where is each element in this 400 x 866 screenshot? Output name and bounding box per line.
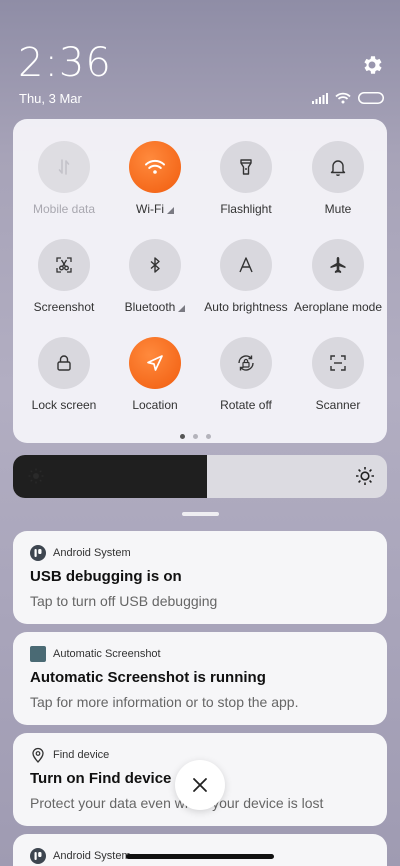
- notification-app-name: Android System: [53, 547, 131, 559]
- page-indicator: [180, 434, 211, 439]
- location-icon: [147, 355, 163, 371]
- tile-label: Rotate off: [220, 398, 272, 412]
- tile-auto-brightness[interactable]: Auto brightness: [198, 239, 294, 329]
- notification-app-name: Find device: [53, 749, 110, 761]
- tile-lock-screen[interactable]: Lock screen: [16, 337, 112, 427]
- brightness-slider[interactable]: [13, 455, 387, 498]
- status-area: 2:36 Thu, 3 Mar: [0, 0, 400, 112]
- tile-wifi[interactable]: Wi-Fi: [107, 141, 203, 231]
- tile-label: Wi-Fi: [136, 202, 164, 216]
- bluetooth-icon: [150, 257, 160, 273]
- date: Thu, 3 Mar: [19, 91, 82, 106]
- tile-mobile-data[interactable]: Mobile data: [16, 141, 112, 231]
- notification-automatic-screenshot[interactable]: Automatic Screenshot Automatic Screensho…: [13, 632, 387, 725]
- tile-scanner[interactable]: Scanner: [290, 337, 386, 427]
- notification-header: Android System: [30, 848, 131, 864]
- tile-aeroplane-mode[interactable]: Aeroplane mode: [290, 239, 386, 329]
- notification-text: Tap for more information or to stop the …: [30, 694, 299, 710]
- notification-text: Protect your data even when your device …: [30, 795, 324, 811]
- wifi-icon: [335, 92, 351, 104]
- screenshot-app-icon: [30, 646, 46, 662]
- auto-brightness-icon: [239, 257, 253, 273]
- notification-header: Automatic Screenshot: [30, 646, 161, 662]
- find-device-icon: [32, 747, 44, 763]
- scanner-icon: [330, 355, 346, 371]
- brightness-low-icon: [28, 468, 44, 484]
- tile-label-wrap: Bluetooth: [125, 300, 186, 314]
- tile-label: Screenshot: [33, 300, 95, 314]
- android-system-icon: [30, 848, 46, 864]
- android-system-icon: [30, 545, 46, 561]
- flashlight-icon: [240, 159, 252, 175]
- page-dot[interactable]: [206, 434, 211, 439]
- tile-bluetooth[interactable]: Bluetooth: [107, 239, 203, 329]
- lock-icon: [57, 355, 71, 371]
- notification-android-system[interactable]: Android System: [13, 834, 387, 866]
- tile-label: Location: [132, 398, 178, 412]
- page-dot[interactable]: [193, 434, 198, 439]
- notification-header: Find device: [30, 747, 109, 763]
- notification-title: Turn on Find device: [30, 770, 172, 787]
- tile-mute[interactable]: Mute: [290, 141, 386, 231]
- tile-label: Scanner: [315, 398, 361, 412]
- system-icons: [312, 91, 384, 105]
- scissors-icon: [56, 257, 72, 273]
- quick-settings-panel: Mobile data Wi-Fi Flashlight Mute Screen…: [13, 119, 387, 443]
- notification-app-name: Android System: [53, 850, 131, 862]
- gear-icon[interactable]: [360, 53, 384, 77]
- tile-flashlight[interactable]: Flashlight: [198, 141, 294, 231]
- tile-label: Lock screen: [31, 398, 97, 412]
- tile-label: Flashlight: [220, 202, 272, 216]
- tile-label: Mobile data: [32, 202, 96, 216]
- tile-rotate-off[interactable]: Rotate off: [198, 337, 294, 427]
- drag-handle[interactable]: [182, 512, 219, 516]
- signal-icon: [312, 92, 328, 104]
- notification-header: Android System: [30, 545, 131, 561]
- notification-title: Automatic Screenshot is running: [30, 669, 266, 686]
- notification-usb-debugging[interactable]: Android System USB debugging is on Tap t…: [13, 531, 387, 624]
- bell-icon: [330, 160, 346, 176]
- rotate-lock-icon: [238, 355, 254, 371]
- clear-all-button[interactable]: [175, 760, 225, 810]
- tile-label: Mute: [324, 202, 352, 216]
- tile-location[interactable]: Location: [107, 337, 203, 427]
- tile-label: Auto brightness: [204, 300, 288, 314]
- expand-triangle-icon: [178, 304, 186, 312]
- notification-app-name: Automatic Screenshot: [53, 648, 161, 660]
- battery-icon: [358, 92, 384, 104]
- expand-triangle-icon: [166, 206, 174, 214]
- tile-label: Aeroplane mode: [293, 300, 383, 314]
- notification-title: USB debugging is on: [30, 568, 182, 585]
- tile-screenshot[interactable]: Screenshot: [16, 239, 112, 329]
- tile-label-wrap: Wi-Fi: [136, 202, 174, 216]
- home-indicator[interactable]: [126, 854, 274, 859]
- wifi-icon: [145, 159, 165, 174]
- clock: 2:36: [18, 40, 112, 86]
- notification-text: Tap to turn off USB debugging: [30, 593, 218, 609]
- brightness-high-icon: [356, 467, 374, 485]
- close-icon: [193, 778, 207, 792]
- airplane-icon: [330, 257, 346, 273]
- page-dot[interactable]: [180, 434, 185, 439]
- tile-label: Bluetooth: [124, 300, 176, 314]
- mobile-data-icon: [58, 159, 70, 175]
